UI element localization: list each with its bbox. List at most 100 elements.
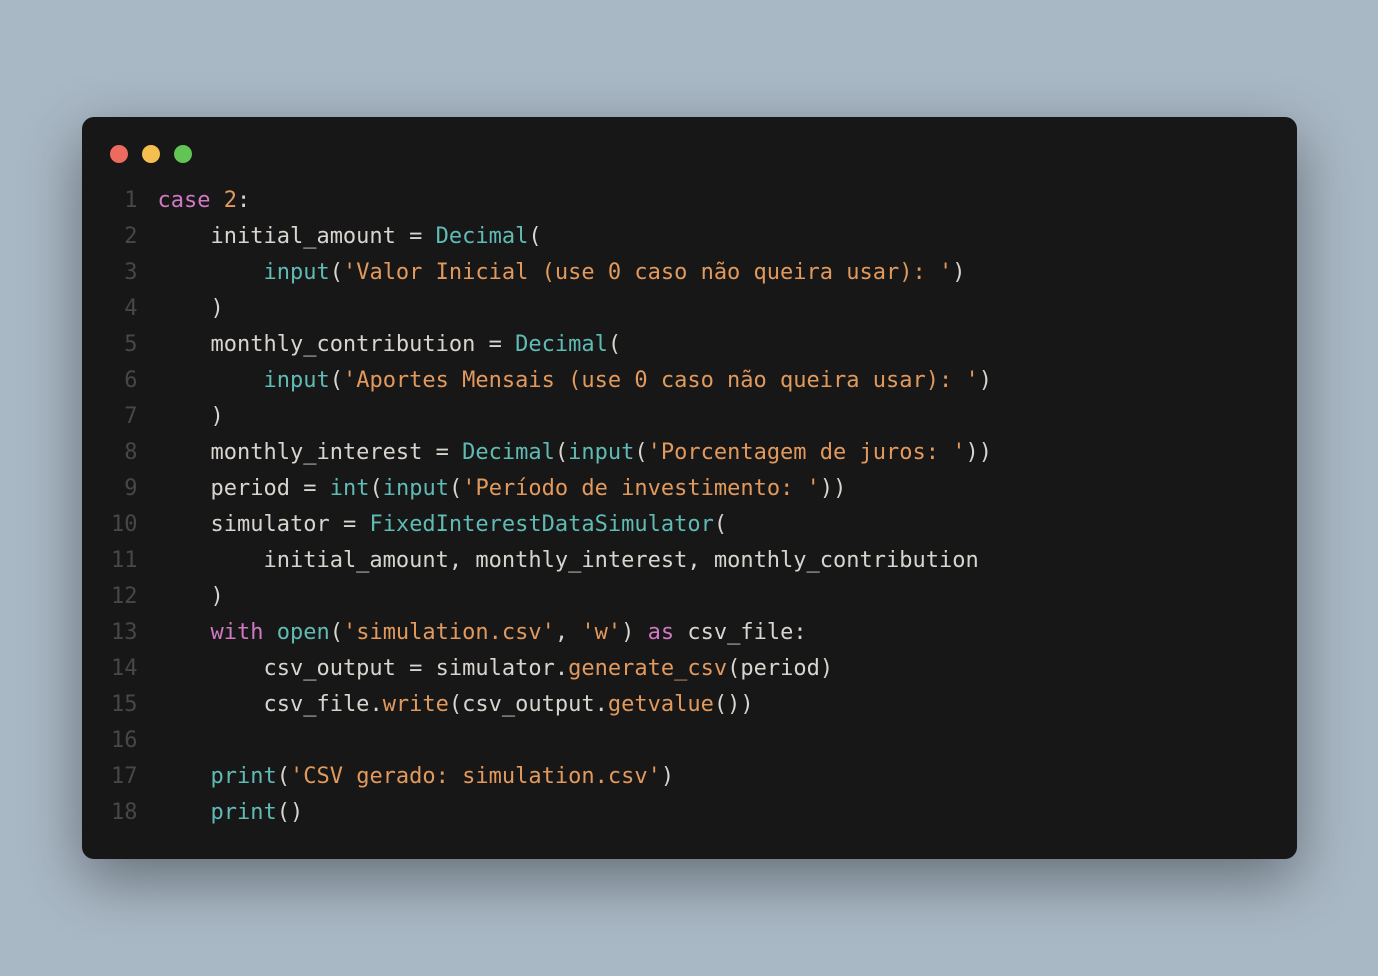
line-number: 18 <box>110 795 158 831</box>
code-token <box>396 224 409 249</box>
line-number: 14 <box>110 651 158 687</box>
code-token <box>396 656 409 681</box>
code-line: 12 ) <box>110 579 1269 615</box>
line-content: with open('simulation.csv', 'w') as csv_… <box>158 615 807 651</box>
code-token: 'simulation.csv' <box>343 620 555 645</box>
code-line: 11 initial_amount, monthly_interest, mon… <box>110 543 1269 579</box>
line-content: print() <box>158 795 304 831</box>
titlebar <box>82 141 1297 183</box>
line-content: csv_file.write(csv_output.getvalue()) <box>158 687 754 723</box>
line-number: 4 <box>110 291 158 327</box>
line-content: period = int(input('Período de investime… <box>158 471 847 507</box>
code-token: ) <box>621 620 648 645</box>
code-token: 'Porcentagem de juros: ' <box>648 440 966 465</box>
code-token: simulator <box>436 656 555 681</box>
code-token <box>263 620 276 645</box>
code-token: 'CSV gerado: simulation.csv' <box>290 764 661 789</box>
code-token: = <box>409 224 422 249</box>
line-content: ) <box>158 579 224 615</box>
code-token: int <box>330 476 370 501</box>
code-token <box>210 188 223 213</box>
code-token: = <box>436 440 449 465</box>
code-token <box>158 800 211 825</box>
code-token: period <box>210 476 289 501</box>
code-token: csv_output <box>263 656 395 681</box>
code-token <box>158 476 211 501</box>
code-token: 'Valor Inicial (use 0 caso não queira us… <box>343 260 952 285</box>
code-line: 8 monthly_interest = Decimal(input('Porc… <box>110 435 1269 471</box>
code-token: 'w' <box>581 620 621 645</box>
code-token <box>158 548 264 573</box>
code-token: ) <box>952 260 965 285</box>
code-token: ) <box>158 296 224 321</box>
line-number: 1 <box>110 183 158 219</box>
line-content: monthly_contribution = Decimal( <box>158 327 622 363</box>
code-token: input <box>263 368 329 393</box>
code-token: . <box>595 692 608 717</box>
code-token: ( <box>449 692 462 717</box>
code-token: csv_file <box>687 620 793 645</box>
code-token: () <box>277 800 304 825</box>
code-token: open <box>277 620 330 645</box>
code-token: with <box>210 620 263 645</box>
code-line: 9 period = int(input('Período de investi… <box>110 471 1269 507</box>
code-token: ()) <box>714 692 754 717</box>
code-line: 3 input('Valor Inicial (use 0 caso não q… <box>110 255 1269 291</box>
line-number: 2 <box>110 219 158 255</box>
code-token <box>158 224 211 249</box>
code-token <box>674 620 687 645</box>
line-content: input('Valor Inicial (use 0 caso não que… <box>158 255 966 291</box>
code-token: Decimal <box>436 224 529 249</box>
line-content: case 2: <box>158 183 251 219</box>
close-icon[interactable] <box>110 145 128 163</box>
code-token: )) <box>820 476 847 501</box>
code-token: : <box>237 188 250 213</box>
code-token: , <box>555 620 582 645</box>
code-token <box>356 512 369 537</box>
code-token <box>158 260 264 285</box>
line-number: 6 <box>110 363 158 399</box>
line-number: 12 <box>110 579 158 615</box>
code-token: write <box>383 692 449 717</box>
line-number: 3 <box>110 255 158 291</box>
line-number: 8 <box>110 435 158 471</box>
code-token: = <box>303 476 316 501</box>
code-token: ) <box>979 368 992 393</box>
code-token <box>158 332 211 357</box>
code-token: generate_csv <box>568 656 727 681</box>
maximize-icon[interactable] <box>174 145 192 163</box>
line-number: 7 <box>110 399 158 435</box>
code-token: ) <box>158 584 224 609</box>
code-token: case <box>158 188 211 213</box>
code-line: 2 initial_amount = Decimal( <box>110 219 1269 255</box>
code-line: 1case 2: <box>110 183 1269 219</box>
line-content: initial_amount = Decimal( <box>158 219 542 255</box>
line-number: 17 <box>110 759 158 795</box>
code-token <box>422 224 435 249</box>
code-token <box>449 440 462 465</box>
line-number: 15 <box>110 687 158 723</box>
code-area[interactable]: 1case 2:2 initial_amount = Decimal(3 inp… <box>82 183 1297 831</box>
code-token <box>158 764 211 789</box>
line-number: 16 <box>110 723 158 759</box>
code-token: input <box>383 476 449 501</box>
line-content: print('CSV gerado: simulation.csv') <box>158 759 675 795</box>
code-line: 4 ) <box>110 291 1269 327</box>
code-token <box>422 440 435 465</box>
code-token: ( <box>634 440 647 465</box>
line-number: 11 <box>110 543 158 579</box>
code-token: Decimal <box>462 440 555 465</box>
code-token: input <box>263 260 329 285</box>
code-line: 10 simulator = FixedInterestDataSimulato… <box>110 507 1269 543</box>
code-token <box>330 512 343 537</box>
code-token: : <box>793 620 806 645</box>
code-token <box>158 440 211 465</box>
line-number: 10 <box>110 507 158 543</box>
code-line: 15 csv_file.write(csv_output.getvalue()) <box>110 687 1269 723</box>
code-token: ) <box>820 656 833 681</box>
line-content: input('Aportes Mensais (use 0 caso não q… <box>158 363 992 399</box>
code-token: csv_output <box>462 692 594 717</box>
minimize-icon[interactable] <box>142 145 160 163</box>
code-token: ( <box>714 512 727 537</box>
code-token: 2 <box>224 188 237 213</box>
